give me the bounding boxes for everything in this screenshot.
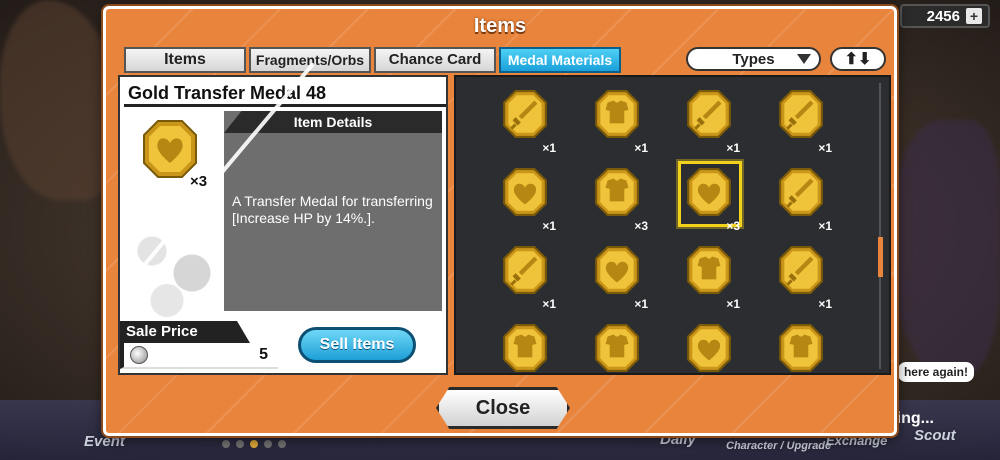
armor-medal-icon	[595, 324, 639, 372]
item-quantity: ×3	[634, 219, 648, 233]
coins-decoration	[122, 207, 222, 317]
medal-grid-item[interactable]: ×1	[760, 237, 840, 313]
medal-grid-item[interactable]: ×1	[760, 159, 840, 235]
scrollbar-thumb[interactable]	[878, 237, 883, 277]
medal-grid-item[interactable]: ×3	[668, 159, 748, 235]
item-count: ×3	[190, 173, 208, 190]
item-quantity: ×1	[542, 141, 556, 155]
item-quantity: ×1	[726, 297, 740, 311]
background-character-right	[890, 120, 1000, 380]
medal-grid-item[interactable]: ×1	[668, 81, 748, 157]
tab-fragments-orbs[interactable]: Fragments/Orbs	[249, 47, 371, 73]
currency-amount: 2456	[926, 7, 960, 25]
sword-medal-icon	[779, 168, 823, 216]
sale-price-value: 5	[259, 346, 268, 363]
medal-grid-item[interactable]: ×1	[484, 81, 564, 157]
sword-medal-icon	[779, 90, 823, 138]
item-detail-panel: Gold Transfer Medal 48 ×3 Item Details A…	[118, 75, 448, 375]
sword-medal-icon	[779, 246, 823, 294]
armor-medal-icon	[595, 168, 639, 216]
tab-chance-card[interactable]: Chance Card	[374, 47, 496, 73]
medal-grid-item[interactable]: ×1	[484, 159, 564, 235]
medal-grid-item[interactable]: ×3	[576, 159, 656, 235]
coin-icon	[130, 346, 148, 364]
item-details-box: Item Details A Transfer Medal for transf…	[224, 111, 442, 311]
nav-character[interactable]: Character / Upgrade	[726, 440, 831, 452]
item-quantity: ×1	[634, 297, 648, 311]
medal-grid-item[interactable]: ×1	[576, 81, 656, 157]
item-quantity: ×1	[542, 297, 556, 311]
close-button[interactable]: Close	[436, 387, 570, 429]
item-quantity: ×1	[818, 219, 832, 233]
item-description: A Transfer Medal for transferring [Incre…	[232, 193, 433, 226]
armor-medal-icon	[595, 90, 639, 138]
medal-grid-item[interactable]: ×1	[484, 237, 564, 313]
background-character-left	[0, 0, 120, 200]
types-dropdown[interactable]: Types	[686, 47, 821, 71]
dialog-title: Items	[473, 15, 527, 37]
speech-bubble: here again!	[897, 362, 974, 382]
medal-grid-item[interactable]: ×1	[576, 237, 656, 313]
armor-medal-icon	[687, 246, 731, 294]
tab-items[interactable]: Items	[124, 47, 246, 73]
tab-medal-materials[interactable]: Medal Materials	[499, 47, 621, 73]
heart-medal-icon	[503, 168, 547, 216]
medal-grid-item[interactable]: ×1	[576, 315, 656, 373]
item-details-header: Item Details	[224, 111, 442, 133]
medal-grid-item[interactable]: ×1	[668, 237, 748, 313]
sell-items-button[interactable]: Sell Items	[298, 327, 416, 363]
sort-button[interactable]: ⬆⬇	[830, 47, 886, 71]
heart-medal-icon	[595, 246, 639, 294]
medal-grid-item[interactable]: ×1	[484, 315, 564, 373]
medal-grid-item[interactable]: ×1	[668, 315, 748, 373]
sale-price-row: 5	[120, 343, 278, 369]
sword-medal-icon	[503, 90, 547, 138]
armor-medal-icon	[503, 324, 547, 372]
items-dialog: Items Items Fragments/Orbs Chance Card M…	[103, 6, 897, 436]
medal-grid-item[interactable]: ×1	[760, 315, 840, 373]
plus-icon[interactable]: +	[966, 8, 982, 24]
sword-medal-icon	[687, 90, 731, 138]
sale-price-label: Sale Price	[120, 321, 250, 343]
medal-grid-item[interactable]: ×1	[760, 81, 840, 157]
scrollbar-track[interactable]	[879, 83, 881, 369]
armor-medal-icon	[779, 324, 823, 372]
types-label: Types	[732, 50, 775, 68]
sword-medal-icon	[503, 246, 547, 294]
item-quantity: ×1	[818, 297, 832, 311]
item-quantity: ×1	[542, 219, 556, 233]
item-quantity: ×1	[818, 141, 832, 155]
page-dots	[222, 440, 286, 448]
item-quantity: ×1	[726, 141, 740, 155]
item-quantity: ×1	[634, 141, 648, 155]
heart-medal-icon	[687, 168, 731, 216]
chevron-down-icon	[797, 54, 811, 64]
currency-display[interactable]: 2456 +	[900, 4, 990, 28]
medal-grid: ×1×1×1×1×1×3×3×1×1×1×1×1×1×1×1×1	[454, 75, 891, 375]
heart-medal-icon	[687, 324, 731, 372]
item-name: Gold Transfer Medal 48	[124, 79, 446, 107]
gold-heart-medal-icon	[143, 120, 197, 178]
item-quantity: ×3	[726, 219, 740, 233]
